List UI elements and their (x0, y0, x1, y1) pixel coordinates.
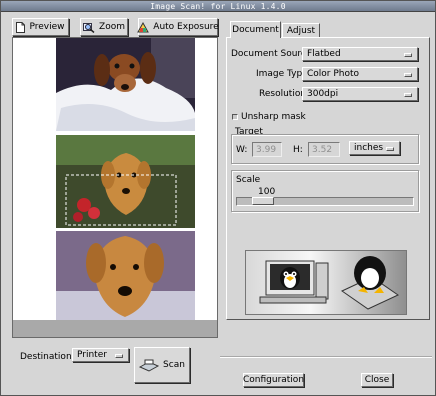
dropdown-arrow-icon (404, 93, 412, 97)
target-height-value: 3.52 (312, 144, 333, 155)
scanner-icon (138, 358, 160, 373)
configuration-button-label: Configuration (242, 375, 305, 385)
zoom-button-label: Zoom (99, 22, 125, 32)
image-type-value: Color Photo (307, 69, 360, 79)
preview-photo-closeup (56, 231, 195, 320)
destination-select[interactable]: Printer (72, 348, 129, 362)
preview-photo-dachshund (56, 38, 195, 131)
dropdown-arrow-icon (386, 147, 394, 151)
tab-document[interactable]: Document (230, 21, 281, 38)
zoom-button[interactable]: Zoom (80, 18, 128, 36)
target-height-field[interactable]: 3.52 (308, 142, 340, 157)
unsharp-mask-checkbox[interactable] (232, 114, 238, 120)
scan-button-label: Scan (163, 360, 185, 370)
configuration-button[interactable]: Configuration (243, 373, 304, 387)
close-button[interactable]: Close (361, 373, 393, 387)
target-width-value: 3.99 (256, 144, 277, 155)
document-source-value: Flatbed (307, 49, 341, 59)
dropdown-arrow-icon (404, 53, 412, 57)
title-bar[interactable]: Image Scan! for Linux 1.4.0 (1, 1, 435, 12)
color-swatch-icon (137, 21, 150, 33)
destination-value: Printer (77, 350, 107, 360)
auto-exposure-button-label: Auto Exposure (153, 22, 219, 32)
target-unit-value: inches (354, 143, 384, 153)
target-height-label: H: (293, 145, 303, 155)
tab-document-label: Document (232, 25, 279, 35)
dropdown-arrow-icon (115, 354, 123, 358)
window-title: Image Scan! for Linux 1.4.0 (150, 2, 286, 11)
magnifier-icon (83, 22, 95, 33)
preview-photo-puppy (56, 135, 195, 228)
target-width-label: W: (236, 145, 248, 155)
scale-slider-thumb[interactable] (252, 197, 275, 205)
auto-exposure-button[interactable]: Auto Exposure (137, 18, 219, 36)
tab-adjust[interactable]: Adjust (282, 23, 320, 38)
scan-button[interactable]: Scan (134, 347, 190, 383)
tux-computer-logo-icon (259, 256, 400, 310)
destination-label: Destination: (20, 352, 75, 362)
close-button-label: Close (364, 375, 390, 385)
image-type-select[interactable]: Color Photo (302, 67, 418, 81)
preview-button-label: Preview (29, 22, 65, 32)
target-unit-select[interactable]: inches (349, 141, 400, 155)
separator (220, 357, 432, 358)
resolution-value: 300dpi (307, 89, 339, 99)
preview-area[interactable] (12, 37, 218, 338)
preview-button[interactable]: Preview (12, 18, 69, 36)
unsharp-mask-label[interactable]: Unsharp mask (241, 112, 306, 122)
tab-adjust-label: Adjust (286, 26, 316, 36)
document-source-select[interactable]: Flatbed (302, 47, 418, 61)
target-width-field[interactable]: 3.99 (252, 142, 282, 157)
resolution-select[interactable]: 300dpi (302, 87, 418, 101)
scale-value-text: 100 (258, 187, 276, 197)
document-icon (16, 21, 26, 33)
main-window: Image Scan! for Linux 1.4.0 Preview Zoom… (0, 0, 436, 396)
app-logo (245, 250, 407, 315)
dropdown-arrow-icon (404, 73, 412, 77)
